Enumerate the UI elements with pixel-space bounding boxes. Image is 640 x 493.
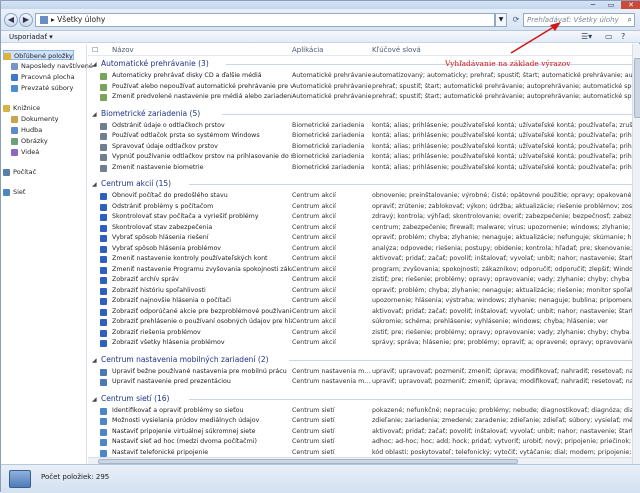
explorer-window: ─ ▭ ✕ ◀ ▶ ▸ Všetky úlohy ▼ ⟳ Prehľadávať… — [0, 0, 640, 493]
annotation-arrow — [510, 22, 561, 54]
annotation-text: Vyhľadávanie na základe výrazov — [445, 59, 571, 68]
